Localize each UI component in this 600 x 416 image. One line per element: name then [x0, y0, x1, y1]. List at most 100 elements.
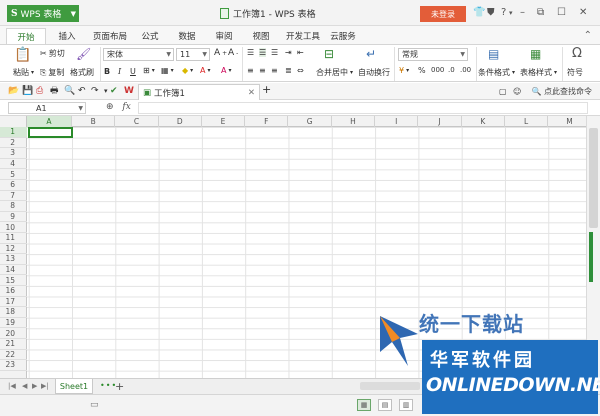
column-header-b[interactable]: B [72, 116, 116, 127]
row-header-12[interactable]: 12 [0, 244, 27, 255]
paste-button[interactable]: 粘贴 ▾ [13, 67, 34, 78]
redo-icon[interactable]: ↷ [91, 86, 99, 97]
wps-w-icon[interactable]: W [124, 86, 134, 97]
row-header-15[interactable]: 15 [0, 275, 27, 286]
format-check-icon[interactable]: ✔ [110, 86, 118, 97]
row-header-16[interactable]: 16 [0, 286, 27, 297]
row-header-19[interactable]: 19 [0, 318, 27, 329]
font-name-select[interactable]: 宋体 ▼ [103, 48, 174, 61]
decrease-decimal-icon[interactable]: .00 [460, 66, 471, 74]
sheet-tab-sheet1[interactable]: Sheet1 [55, 379, 93, 394]
clear-format-icon[interactable]: A ▾ [221, 66, 232, 75]
copy-button[interactable]: ⎘ 复制 [40, 67, 64, 78]
column-header-c[interactable]: C [115, 116, 159, 127]
outdent-icon[interactable]: ⇤ [297, 48, 304, 57]
column-header-l[interactable]: L [505, 116, 549, 127]
thousands-icon[interactable]: 000 [431, 66, 444, 74]
column-header-h[interactable]: H [332, 116, 376, 127]
row-header-18[interactable]: 18 [0, 307, 27, 318]
underline-button[interactable]: U [130, 67, 136, 76]
close-icon[interactable]: ✕ [579, 7, 587, 19]
shirt-icon[interactable]: 👕 [473, 7, 485, 19]
decrease-font-icon[interactable]: A- [228, 48, 238, 58]
column-header-j[interactable]: J [418, 116, 462, 127]
tab-cloud[interactable]: 云服务 [326, 28, 360, 44]
next-sheet-icon[interactable]: ▶ [32, 382, 37, 390]
user-icon[interactable]: ☺ [513, 86, 521, 97]
row-header-3[interactable]: 3 [0, 148, 27, 159]
column-header-g[interactable]: G [289, 116, 332, 127]
row-header-5[interactable]: 5 [0, 169, 27, 180]
table-style-icon[interactable]: ▦ [530, 47, 541, 61]
align-left-icon[interactable]: ≡ [247, 66, 254, 75]
column-header-i[interactable]: I [375, 116, 419, 127]
save-icon[interactable]: 💾 [22, 86, 33, 97]
align-center-icon[interactable]: ≡ [259, 66, 266, 75]
help-dropdown-icon[interactable]: ▾ [509, 7, 513, 19]
first-sheet-icon[interactable]: |◀ [8, 382, 16, 390]
document-icon[interactable]: ▢ [499, 86, 507, 97]
add-sheet-button[interactable]: + [115, 380, 124, 393]
omega-icon[interactable]: Ω [572, 46, 582, 61]
row-header-2[interactable]: 2 [0, 138, 27, 149]
row-header-6[interactable]: 6 [0, 180, 27, 191]
app-menu-button[interactable]: S WPS 表格 ▼ [7, 5, 79, 22]
cell-style-icon[interactable]: ▦ ▾ [161, 66, 174, 75]
align-bottom-icon[interactable]: ☰ [271, 48, 278, 57]
maximize-icon[interactable]: ☐ [557, 7, 566, 19]
bold-button[interactable]: B [104, 67, 110, 76]
tab-page-layout[interactable]: 页面布局 [90, 28, 130, 44]
increase-decimal-icon[interactable]: .0 [448, 66, 455, 74]
tab-review[interactable]: 审阅 [210, 28, 238, 44]
zoom-formula-icon[interactable]: ⊕ [106, 102, 114, 112]
row-header-20[interactable]: 20 [0, 328, 27, 339]
shield-icon[interactable]: ⛊ [487, 7, 495, 19]
normal-view-button[interactable]: ▦ [357, 399, 371, 411]
side-panel-handle[interactable] [589, 232, 593, 282]
row-header-8[interactable]: 8 [0, 201, 27, 212]
column-header-k[interactable]: K [462, 116, 505, 127]
row-header-23[interactable]: 23 [0, 360, 27, 371]
last-sheet-icon[interactable]: ▶| [41, 382, 49, 390]
new-tab-icon[interactable]: + [262, 84, 271, 95]
open-folder-icon[interactable]: 📂 [8, 86, 19, 97]
format-painter-button[interactable]: 格式刷 [70, 67, 94, 78]
search-command[interactable]: 🔍 点此查找命令 [531, 86, 592, 97]
close-tab-icon[interactable]: ✕ [248, 88, 255, 98]
row-header-4[interactable]: 4 [0, 159, 27, 170]
increase-font-icon[interactable]: A + [214, 48, 227, 58]
row-header-10[interactable]: 10 [0, 222, 27, 233]
fx-button[interactable]: fx [122, 102, 130, 112]
font-color-icon[interactable]: A ▾ [200, 66, 211, 75]
column-header-e[interactable]: E [202, 116, 246, 127]
column-header-d[interactable]: D [159, 116, 202, 127]
row-header-14[interactable]: 14 [0, 265, 27, 276]
fill-color-icon[interactable]: ◆ ▾ [182, 66, 193, 75]
export-pdf-icon[interactable]: ⎙ [36, 86, 43, 97]
prev-sheet-icon[interactable]: ◀ [22, 382, 27, 390]
row-header-11[interactable]: 11 [0, 233, 27, 244]
row-header-7[interactable]: 7 [0, 191, 27, 202]
column-header-f[interactable]: F [245, 116, 289, 127]
active-cell-a1[interactable] [28, 127, 73, 138]
row-header-22[interactable]: 22 [0, 350, 27, 361]
tab-start[interactable]: 开始 [6, 28, 46, 44]
conditional-format-button[interactable]: 条件格式 ▾ [478, 67, 515, 78]
table-style-button[interactable]: 表格样式 ▾ [520, 67, 557, 78]
undo-icon[interactable]: ↶ [78, 86, 86, 97]
merge-icon[interactable]: ⊟ [324, 47, 334, 61]
brush-icon[interactable]: 🖌 [76, 47, 91, 61]
percent-icon[interactable]: % [418, 66, 426, 75]
row-header-17[interactable]: 17 [0, 297, 27, 308]
tab-formulas[interactable]: 公式 [136, 28, 164, 44]
help-icon[interactable]: ? [501, 7, 506, 19]
row-header-9[interactable]: 9 [0, 212, 27, 223]
number-format-select[interactable]: 常规 ▼ [398, 48, 468, 61]
print-icon[interactable]: 🖶 [50, 86, 59, 97]
paste-icon[interactable]: 📋 [14, 47, 31, 63]
align-middle-icon[interactable]: ☰ [259, 48, 267, 57]
ribbon-collapse-icon[interactable]: ⌃ [584, 30, 592, 41]
print-preview-icon[interactable]: 🔍 [64, 86, 75, 97]
formula-input[interactable] [138, 102, 588, 114]
column-header-a[interactable]: A [27, 116, 72, 127]
